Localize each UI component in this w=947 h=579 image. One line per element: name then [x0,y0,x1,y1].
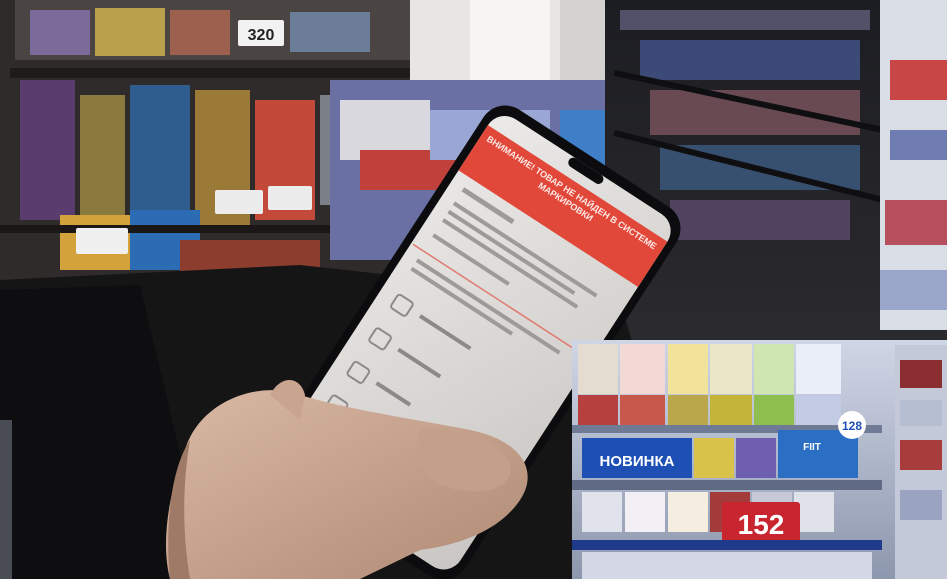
cigarette-cabinet [605,0,947,340]
price-tag-top: 320 [248,27,275,44]
promo-sticker-text: 128 [842,419,862,433]
promo-banner-text: НОВИНКА [600,453,675,470]
promo-brand-text: FIIT [803,442,821,453]
cigarette-display-rack: НОВИНКА FIIT 128 152 [572,340,947,579]
photo-scene: 320 ВНИМАНИЕ! ТОВАР НЕ НАЙДЕН В СИСТЕМЕ … [0,0,947,579]
photo-canvas: 320 ВНИМАНИЕ! ТОВАР НЕ НАЙДЕН В СИСТЕМЕ … [0,0,947,579]
price-tag-152-text: 152 [738,509,785,540]
